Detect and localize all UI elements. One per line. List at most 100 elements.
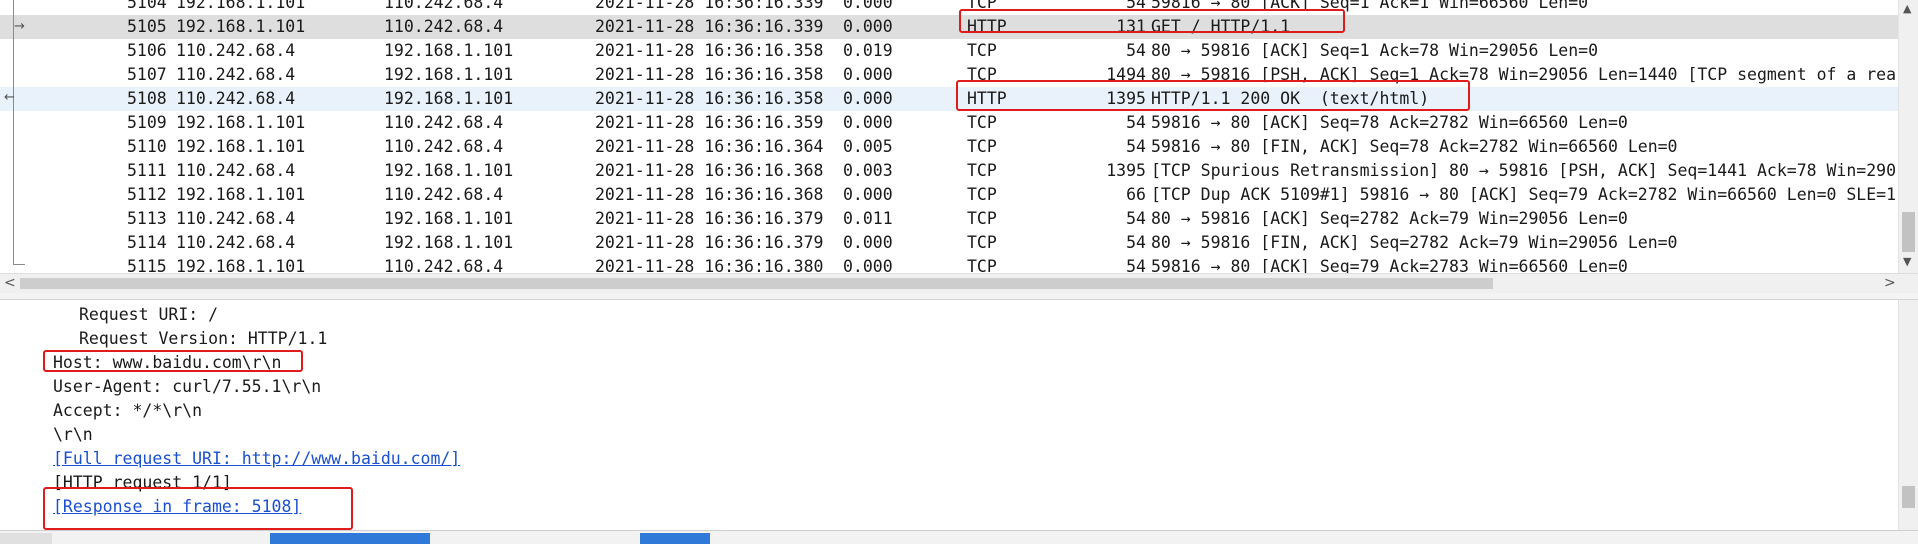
packet-source: 110.242.68.4 (176, 161, 296, 180)
packet-row-5105[interactable]: 5105 192.168.1.101 110.242.68.4 2021-11-… (0, 15, 1898, 39)
packet-source: 110.242.68.4 (176, 209, 296, 228)
packet-length: 54 (1126, 113, 1146, 132)
packet-list-horizontal-scrollbar[interactable]: < > (0, 273, 1918, 293)
packet-row-5112[interactable]: 5112 192.168.1.101 110.242.68.4 2021-11-… (0, 183, 1898, 207)
packet-source: 192.168.1.101 (176, 137, 306, 156)
packet-row-5108[interactable]: 5108 110.242.68.4 192.168.1.101 2021-11-… (0, 87, 1898, 111)
packet-row-5109[interactable]: 5109 192.168.1.101 110.242.68.4 2021-11-… (0, 111, 1898, 135)
packet-length: 54 (1126, 137, 1146, 156)
packet-length: 1395 (1106, 161, 1146, 180)
packet-number: 5108 (127, 89, 167, 108)
packet-list-vertical-scrollbar[interactable]: ▲ ▼ (1898, 0, 1918, 273)
packet-number: 5113 (127, 209, 167, 228)
annotation-box-http-request (959, 9, 1345, 33)
packet-number: 5105 (127, 17, 167, 36)
bytes-highlight-segment (640, 533, 710, 544)
packet-time: 2021-11-28 16:36:16.379 (595, 233, 824, 252)
packet-source: 110.242.68.4 (176, 233, 296, 252)
packet-source: 192.168.1.101 (176, 17, 306, 36)
packet-number: 5104 (127, 0, 167, 12)
packet-protocol: TCP (967, 185, 997, 204)
packet-protocol: TCP (967, 161, 997, 180)
bytes-tab-segment (0, 533, 52, 544)
packet-bytes-strip (0, 530, 1918, 544)
packet-row-5114[interactable]: 5114 110.242.68.4 192.168.1.101 2021-11-… (0, 231, 1898, 255)
packet-source: 110.242.68.4 (176, 65, 296, 84)
packet-destination: 192.168.1.101 (384, 161, 514, 180)
packet-source: 192.168.1.101 (176, 113, 306, 132)
packet-details-pane[interactable]: Request URI: / Request Version: HTTP/1.1… (0, 300, 1898, 530)
details-vertical-scrollbar[interactable] (1898, 300, 1918, 530)
packet-number: 5114 (127, 233, 167, 252)
packet-row-5107[interactable]: 5107 110.242.68.4 192.168.1.101 2021-11-… (0, 63, 1898, 87)
packet-time: 2021-11-28 16:36:16.359 (595, 113, 824, 132)
packet-protocol: TCP (967, 41, 997, 60)
packet-source: 192.168.1.101 (176, 257, 306, 273)
packet-info: 59816 → 80 [ACK] Seq=78 Ack=2782 Win=665… (1151, 113, 1628, 132)
packet-delta: 0.003 (843, 161, 893, 180)
scroll-right-icon[interactable]: > (1884, 275, 1896, 291)
packet-info: 59816 → 80 [FIN, ACK] Seq=78 Ack=2782 Wi… (1151, 137, 1678, 156)
packet-row-5113[interactable]: 5113 110.242.68.4 192.168.1.101 2021-11-… (0, 207, 1898, 231)
packet-number: 5109 (127, 113, 167, 132)
packet-number: 5112 (127, 185, 167, 204)
packet-row-5115[interactable]: 5115 192.168.1.101 110.242.68.4 2021-11-… (0, 255, 1898, 273)
packet-info: 80 → 59816 [ACK] Seq=2782 Ack=79 Win=290… (1151, 209, 1628, 228)
detail-full-request-uri-link[interactable]: [Full request URI: http://www.baidu.com/… (53, 447, 460, 471)
scrollbar-thumb[interactable] (1902, 486, 1915, 508)
packet-destination: 110.242.68.4 (384, 17, 504, 36)
packet-destination: 192.168.1.101 (384, 209, 514, 228)
packet-time: 2021-11-28 16:36:16.379 (595, 209, 824, 228)
packet-destination: 110.242.68.4 (384, 257, 504, 273)
pane-splitter[interactable] (0, 293, 1918, 300)
packet-time: 2021-11-28 16:36:16.358 (595, 89, 824, 108)
packet-list[interactable]: 5104 192.168.1.101 110.242.68.4 2021-11-… (0, 0, 1918, 273)
packet-source: 192.168.1.101 (176, 185, 306, 204)
packet-length: 54 (1126, 233, 1146, 252)
packet-destination: 192.168.1.101 (384, 41, 514, 60)
packet-number: 5111 (127, 161, 167, 180)
packet-delta: 0.000 (843, 185, 893, 204)
packet-protocol: TCP (967, 257, 997, 273)
scrollbar-thumb[interactable] (20, 278, 1493, 289)
packet-time: 2021-11-28 16:36:16.358 (595, 65, 824, 84)
packet-destination: 192.168.1.101 (384, 233, 514, 252)
packet-delta: 0.000 (843, 113, 893, 132)
packet-delta: 0.000 (843, 65, 893, 84)
bytes-highlight-segment (270, 533, 430, 544)
packet-time: 2021-11-28 16:36:16.368 (595, 185, 824, 204)
packet-row-5104[interactable]: 5104 192.168.1.101 110.242.68.4 2021-11-… (0, 0, 1898, 15)
packet-time: 2021-11-28 16:36:16.339 (595, 17, 824, 36)
packet-row-5110[interactable]: 5110 192.168.1.101 110.242.68.4 2021-11-… (0, 135, 1898, 159)
detail-crlf[interactable]: \r\n (53, 423, 93, 447)
packet-destination: 110.242.68.4 (384, 185, 504, 204)
scrollbar-thumb[interactable] (1902, 212, 1915, 252)
packet-destination: 110.242.68.4 (384, 0, 504, 12)
packet-destination: 110.242.68.4 (384, 113, 504, 132)
packet-number: 5110 (127, 137, 167, 156)
detail-user-agent[interactable]: User-Agent: curl/7.55.1\r\n (53, 375, 321, 399)
packet-delta: 0.000 (843, 0, 893, 12)
packet-number: 5106 (127, 41, 167, 60)
detail-accept[interactable]: Accept: */*\r\n (53, 399, 202, 423)
request-arrow-icon: → (14, 19, 25, 34)
packet-length: 54 (1126, 257, 1146, 273)
packet-protocol: TCP (967, 209, 997, 228)
packet-info: 80 → 59816 [ACK] Seq=1 Ack=78 Win=29056 … (1151, 41, 1599, 60)
scroll-up-icon[interactable]: ▲ (1903, 2, 1911, 15)
scroll-down-icon[interactable]: ▼ (1903, 255, 1911, 268)
packet-row-5111[interactable]: 5111 110.242.68.4 192.168.1.101 2021-11-… (0, 159, 1898, 183)
scroll-left-icon[interactable]: < (4, 275, 16, 291)
packet-delta: 0.000 (843, 17, 893, 36)
packet-info: 80 → 59816 [FIN, ACK] Seq=2782 Ack=79 Wi… (1151, 233, 1678, 252)
packet-time: 2021-11-28 16:36:16.358 (595, 41, 824, 60)
packet-source: 110.242.68.4 (176, 89, 296, 108)
detail-request-uri[interactable]: Request URI: / (79, 303, 218, 327)
packet-time: 2021-11-28 16:36:16.380 (595, 257, 824, 273)
packet-destination: 192.168.1.101 (384, 89, 514, 108)
packet-protocol: TCP (967, 233, 997, 252)
packet-source: 110.242.68.4 (176, 41, 296, 60)
packet-row-5106[interactable]: 5106 110.242.68.4 192.168.1.101 2021-11-… (0, 39, 1898, 63)
detail-request-version[interactable]: Request Version: HTTP/1.1 (79, 327, 327, 351)
packet-time: 2021-11-28 16:36:16.368 (595, 161, 824, 180)
